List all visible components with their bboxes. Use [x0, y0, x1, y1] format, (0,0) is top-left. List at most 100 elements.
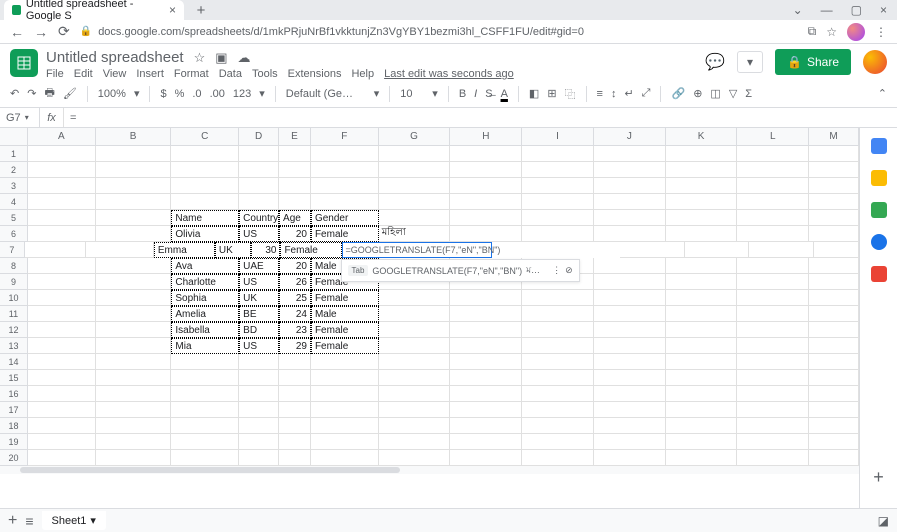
back-icon[interactable]: ←: [10, 24, 24, 40]
cell[interactable]: [28, 290, 96, 306]
close-window-icon[interactable]: ×: [880, 3, 887, 17]
cell[interactable]: Charlotte: [171, 274, 239, 290]
cell[interactable]: [809, 210, 859, 226]
more-formats-button[interactable]: 123: [233, 88, 251, 100]
cell[interactable]: [450, 290, 522, 306]
cell[interactable]: [239, 434, 279, 450]
cell[interactable]: [279, 178, 311, 194]
maximize-icon[interactable]: ▢: [851, 3, 862, 17]
cell[interactable]: BE: [239, 306, 279, 322]
cell[interactable]: [28, 418, 96, 434]
cell[interactable]: [594, 322, 666, 338]
cell[interactable]: [737, 338, 809, 354]
column-header[interactable]: E: [279, 128, 311, 146]
cell[interactable]: [311, 370, 379, 386]
collapse-toolbar-icon[interactable]: ⌃: [878, 87, 887, 100]
cell[interactable]: [666, 258, 738, 274]
maps-icon[interactable]: [871, 266, 887, 282]
chart-icon[interactable]: ◫: [710, 87, 720, 100]
move-icon[interactable]: ▣: [215, 50, 227, 66]
cell[interactable]: [666, 322, 738, 338]
cell[interactable]: [279, 146, 311, 162]
cell[interactable]: Name: [171, 210, 239, 226]
cell[interactable]: [737, 386, 809, 402]
cell[interactable]: [279, 386, 311, 402]
explore-button[interactable]: ◪: [878, 514, 889, 528]
cell[interactable]: [86, 242, 154, 258]
cell[interactable]: [685, 242, 749, 258]
cell[interactable]: US: [239, 226, 279, 242]
cell[interactable]: [737, 226, 809, 242]
row-header[interactable]: 14: [0, 354, 28, 370]
valign-icon[interactable]: ↕: [611, 88, 617, 100]
cell[interactable]: [311, 386, 379, 402]
cell[interactable]: [379, 338, 451, 354]
cell[interactable]: [809, 450, 859, 466]
cell[interactable]: [809, 258, 859, 274]
cell[interactable]: [96, 258, 172, 274]
cell[interactable]: [809, 146, 859, 162]
user-avatar[interactable]: [863, 50, 887, 74]
cell[interactable]: [239, 162, 279, 178]
cell[interactable]: [666, 226, 738, 242]
cell[interactable]: [171, 450, 239, 466]
select-all-corner[interactable]: [0, 128, 28, 146]
minimize-icon[interactable]: —: [821, 3, 833, 17]
cell[interactable]: [450, 146, 522, 162]
row-header[interactable]: 6: [0, 226, 28, 242]
name-box[interactable]: G7▾: [0, 108, 40, 127]
cell[interactable]: [171, 178, 239, 194]
row-header[interactable]: 1: [0, 146, 28, 162]
cell[interactable]: UK: [239, 290, 279, 306]
cell[interactable]: [28, 194, 96, 210]
cell[interactable]: [522, 226, 594, 242]
halign-icon[interactable]: ≡: [597, 88, 603, 100]
cell[interactable]: [666, 274, 738, 290]
column-header[interactable]: G: [379, 128, 451, 146]
row-header[interactable]: 19: [0, 434, 28, 450]
cell[interactable]: [239, 402, 279, 418]
cell[interactable]: [737, 402, 809, 418]
sheet-tab-menu-icon[interactable]: ▾: [90, 514, 96, 527]
cell[interactable]: [666, 354, 738, 370]
cell[interactable]: [594, 418, 666, 434]
cell[interactable]: [737, 210, 809, 226]
row-header[interactable]: 4: [0, 194, 28, 210]
row-header[interactable]: 11: [0, 306, 28, 322]
cell[interactable]: BD: [239, 322, 279, 338]
cell[interactable]: [279, 354, 311, 370]
row-header[interactable]: 13: [0, 338, 28, 354]
cell[interactable]: [809, 434, 859, 450]
cell[interactable]: [311, 402, 379, 418]
cell[interactable]: [239, 386, 279, 402]
reload-icon[interactable]: ⟳: [58, 23, 70, 40]
column-header[interactable]: H: [450, 128, 522, 146]
cell[interactable]: [171, 194, 239, 210]
cell[interactable]: [737, 162, 809, 178]
cell[interactable]: [666, 146, 738, 162]
cell[interactable]: [279, 162, 311, 178]
cell[interactable]: [809, 290, 859, 306]
cell[interactable]: [814, 242, 859, 258]
cell[interactable]: US: [239, 274, 279, 290]
row-header[interactable]: 18: [0, 418, 28, 434]
share-button[interactable]: 🔒 Share: [775, 49, 851, 75]
cell[interactable]: Female: [311, 322, 379, 338]
cell[interactable]: [96, 402, 172, 418]
cell[interactable]: UAE: [239, 258, 279, 274]
cell[interactable]: [28, 210, 96, 226]
cell[interactable]: Gender: [311, 210, 379, 226]
row-header[interactable]: 10: [0, 290, 28, 306]
cell[interactable]: [311, 162, 379, 178]
cell[interactable]: [522, 162, 594, 178]
cell[interactable]: [522, 402, 594, 418]
cell[interactable]: [666, 290, 738, 306]
cell[interactable]: Amelia: [171, 306, 239, 322]
cell[interactable]: [666, 386, 738, 402]
cell[interactable]: [737, 418, 809, 434]
cell[interactable]: [594, 226, 666, 242]
cell[interactable]: [450, 418, 522, 434]
cell[interactable]: [737, 178, 809, 194]
cell[interactable]: [311, 178, 379, 194]
fill-color-icon[interactable]: ◧: [529, 87, 539, 100]
